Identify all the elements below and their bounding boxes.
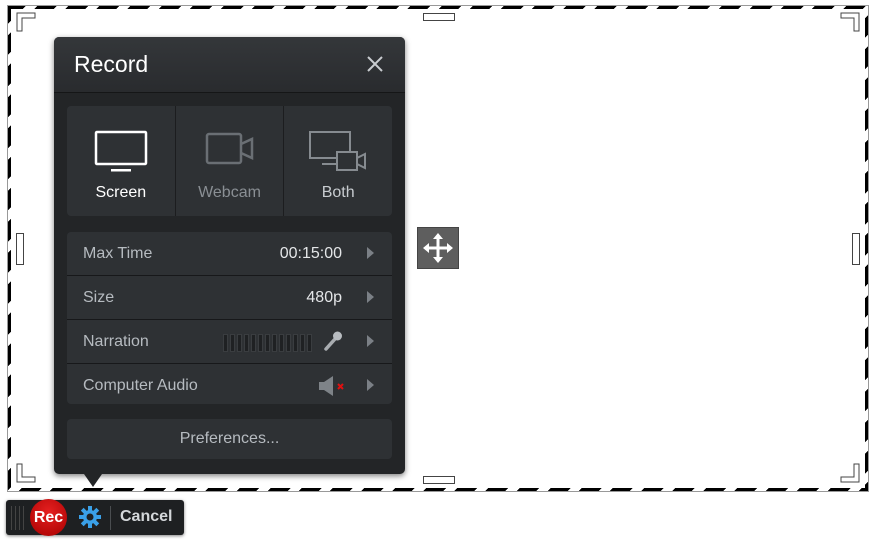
chevron-right-icon — [367, 247, 374, 259]
setting-label: Narration — [83, 333, 149, 350]
chevron-right-icon — [367, 379, 374, 391]
audio-level-meter — [223, 334, 312, 352]
setting-size[interactable]: Size 480p — [67, 276, 392, 320]
webcam-icon — [205, 132, 253, 165]
screen-and-webcam-icon — [309, 131, 367, 171]
mode-label: Webcam — [198, 184, 261, 201]
setting-narration[interactable]: Narration — [67, 320, 392, 364]
monitor-icon — [94, 130, 148, 172]
mode-screen[interactable]: Screen — [67, 106, 175, 216]
setting-label: Max Time — [83, 245, 153, 262]
resize-handle-top-right[interactable] — [840, 12, 860, 32]
gear-icon — [79, 506, 101, 528]
setting-value: 00:15:00 — [279, 245, 342, 262]
speaker-muted-icon — [319, 376, 344, 396]
resize-handle-top-left[interactable] — [16, 12, 36, 32]
setting-value: 480p — [306, 289, 342, 306]
record-mode-selector: Screen Webcam Both — [67, 106, 392, 216]
close-button[interactable] — [365, 54, 385, 74]
setting-computer-audio[interactable]: Computer Audio — [67, 364, 392, 404]
drag-grip-icon[interactable] — [11, 506, 27, 530]
microphone-icon — [324, 331, 342, 351]
resize-handle-bottom-left[interactable] — [16, 463, 36, 483]
close-icon — [367, 56, 383, 72]
panel-header: Record — [54, 37, 405, 93]
resize-handle-bottom[interactable] — [423, 476, 455, 484]
settings-button[interactable] — [78, 505, 102, 529]
setting-max-time[interactable]: Max Time 00:15:00 — [67, 232, 392, 276]
resize-handle-bottom-right[interactable] — [840, 463, 860, 483]
panel-title: Record — [74, 51, 149, 77]
record-panel: Record Screen Webcam Both Max Time 00:15… — [54, 37, 405, 474]
chevron-right-icon — [367, 335, 374, 347]
rec-button[interactable]: Rec — [30, 499, 67, 536]
toolbar-divider — [110, 506, 111, 530]
chevron-right-icon — [367, 291, 374, 303]
resize-handle-left[interactable] — [16, 233, 24, 265]
setting-label: Computer Audio — [83, 377, 198, 394]
mode-label: Screen — [95, 184, 147, 201]
preferences-button[interactable]: Preferences... — [67, 419, 392, 459]
mode-both[interactable]: Both — [283, 106, 392, 216]
move-handle[interactable] — [417, 227, 459, 269]
setting-label: Size — [83, 289, 115, 306]
resize-handle-right[interactable] — [852, 233, 860, 265]
panel-pointer — [84, 474, 102, 487]
cancel-button[interactable]: Cancel — [120, 508, 172, 526]
recorder-toolbar: Rec Cancel — [6, 499, 184, 536]
mode-label: Both — [321, 184, 355, 201]
settings-list: Max Time 00:15:00 Size 480p Narration Co… — [67, 232, 392, 404]
mode-webcam[interactable]: Webcam — [174, 106, 284, 216]
resize-handle-top[interactable] — [423, 13, 455, 21]
move-arrows-icon — [423, 233, 453, 263]
